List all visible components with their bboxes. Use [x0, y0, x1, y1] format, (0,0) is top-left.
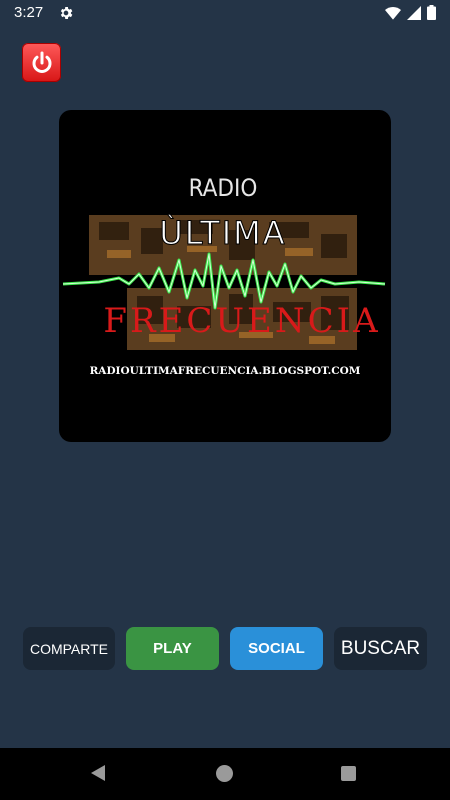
status-bar: 3:27	[0, 0, 450, 28]
play-button[interactable]: PLAY	[126, 627, 219, 670]
power-button[interactable]	[22, 43, 61, 82]
gear-icon	[60, 7, 73, 19]
logo-text-ultima: ÙLTIMA	[159, 213, 286, 252]
back-icon[interactable]	[89, 764, 107, 782]
home-icon[interactable]	[216, 765, 233, 782]
status-time: 3:27	[14, 4, 44, 21]
wifi-icon	[385, 6, 401, 20]
search-button[interactable]: BUSCAR	[334, 627, 427, 670]
logo-text-radio: RADIO	[189, 174, 258, 202]
station-logo: RADIO ÙLTIMA FRECUENCIA RADIOULTIMAFRECU…	[62, 174, 386, 377]
station-cover-art: RADIO ÙLTIMA FRECUENCIA RADIOULTIMAFRECU…	[59, 110, 391, 442]
recents-icon[interactable]	[341, 766, 356, 781]
signal-icon	[407, 5, 421, 20]
logo-text-frecuencia: FRECUENCIA	[103, 301, 380, 341]
social-button[interactable]: SOCIAL	[230, 627, 323, 670]
share-button[interactable]: COMPARTE	[23, 627, 115, 670]
logo-url: RADIOULTIMAFRECUENCIA.BLOGSPOT.COM	[90, 365, 361, 377]
navigation-bar	[0, 748, 450, 800]
power-icon	[32, 51, 51, 73]
battery-icon	[427, 5, 436, 20]
